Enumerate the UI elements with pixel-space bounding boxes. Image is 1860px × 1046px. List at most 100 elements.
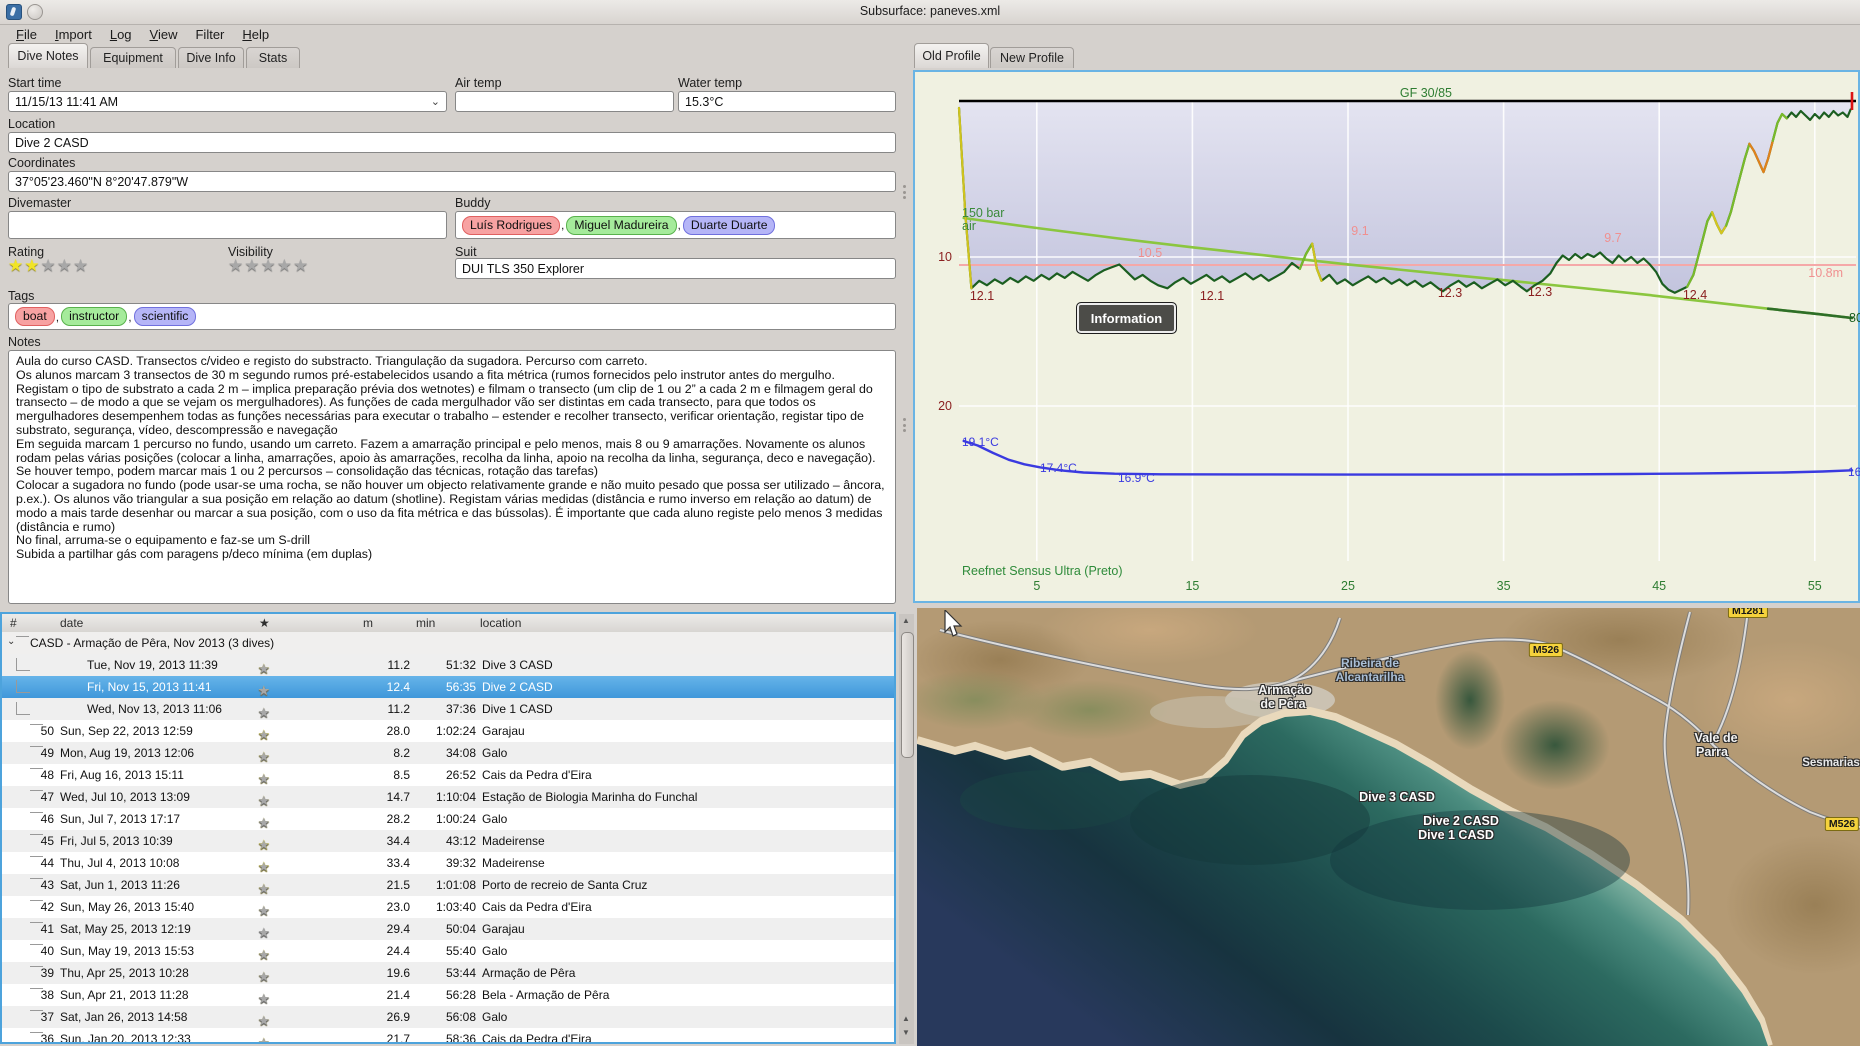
menu-import[interactable]: Import bbox=[47, 26, 100, 43]
column-header-stars[interactable]: ★ bbox=[259, 616, 270, 630]
svg-text:12.1: 12.1 bbox=[970, 289, 994, 303]
dive-row[interactable]: Tue, Nov 19, 2013 11:39 ★ ★ ★ ★ ★ 11.2 51:32 Div… bbox=[2, 654, 894, 676]
menu-view[interactable]: View bbox=[142, 26, 186, 43]
dive-row[interactable]: 47 Wed, Jul 10, 2013 13:09 ★ ★ ★ ★ ★ 14.7 1:10:0… bbox=[2, 786, 894, 808]
scrollbar-thumb[interactable] bbox=[901, 632, 914, 758]
column-header-duration[interactable]: min bbox=[416, 616, 435, 630]
dive-row[interactable]: 38 Sun, Apr 21, 2013 11:28 ★ ★ ★ ★ ★ 21.4 56:28 B… bbox=[2, 984, 894, 1006]
trip-row[interactable]: ⌄ CASD - Armação de Pêra, Nov 2013 (3 div… bbox=[2, 632, 894, 654]
start-time-value: 11/15/13 11:41 AM bbox=[15, 94, 119, 109]
buddy-pill[interactable]: Miguel Madureira bbox=[566, 215, 677, 235]
map-place-label: Armação bbox=[1258, 683, 1312, 697]
dive-row[interactable]: 41 Sat, May 25, 2013 12:19 ★ ★ ★ ★ ★ 29.4 50:04 G… bbox=[2, 918, 894, 940]
dive-depth: 26.9 bbox=[386, 1010, 410, 1024]
dive-row[interactable]: 49 Mon, Aug 19, 2013 12:06 ★ ★ ★ ★ ★ 8.2 34:08 Ga… bbox=[2, 742, 894, 764]
dive-number: 36 bbox=[40, 1032, 54, 1044]
dive-number: 49 bbox=[40, 746, 54, 760]
menu-file[interactable]: File bbox=[8, 26, 45, 43]
dive-list-scrollbar[interactable]: ▲ ▲ ▼ bbox=[899, 614, 914, 1044]
trip-label: CASD - Armação de Pêra, Nov 2013 (3 dive… bbox=[30, 636, 275, 650]
rating-stars[interactable]: ★★★★★ bbox=[8, 256, 89, 276]
scroll-down-icon[interactable]: ▼ bbox=[902, 1028, 910, 1037]
buddy-input[interactable]: Luís Rodrigues, Miguel Madureira, Duarte D… bbox=[455, 211, 896, 239]
water-temp-input[interactable]: 15.3°C bbox=[678, 91, 896, 112]
svg-text:10.8m: 10.8m bbox=[1808, 266, 1843, 280]
water-temp-label: Water temp bbox=[678, 76, 743, 90]
dive-row[interactable]: 44 Thu, Jul 4, 2013 10:08 ★ ★ ★ ★ ★ 33.4 39:32 Ma… bbox=[2, 852, 894, 874]
buddy-pill[interactable]: Duarte Duarte bbox=[682, 215, 776, 235]
dive-row[interactable]: 43 Sat, Jun 1, 2013 11:26 ★ ★ ★ ★ ★ 21.5 1:01:08… bbox=[2, 874, 894, 896]
svg-text:55: 55 bbox=[1808, 579, 1822, 593]
air-temp-input[interactable] bbox=[455, 91, 674, 112]
buddy-pill[interactable]: Luís Rodrigues bbox=[462, 215, 560, 235]
dive-row[interactable]: 40 Sun, May 19, 2013 15:53 ★ ★ ★ ★ ★ 24.4 55:40 G… bbox=[2, 940, 894, 962]
star-empty-icon: ★ bbox=[258, 771, 270, 786]
column-header-num[interactable]: # bbox=[10, 616, 17, 630]
dive-site-label: Dive 3 CASD bbox=[1359, 790, 1435, 804]
suit-input[interactable]: DUI TLS 350 Explorer bbox=[455, 258, 896, 279]
menu-filter[interactable]: Filter bbox=[187, 26, 232, 43]
notes-textarea[interactable]: Aula do curso CASD. Transectos c/video e… bbox=[8, 350, 896, 604]
dive-list-header[interactable]: # date ★ m min location bbox=[2, 614, 894, 633]
dive-number: 48 bbox=[40, 768, 54, 782]
column-header-depth[interactable]: m bbox=[363, 616, 373, 630]
dive-row[interactable]: 48 Fri, Aug 16, 2013 15:11 ★ ★ ★ ★ ★ 8.5 26:52 Ca… bbox=[2, 764, 894, 786]
dive-row[interactable]: 36 Sun, Jan 20, 2013 12:33 ★ ★ ★ ★ ★ 21.7 58:36 C… bbox=[2, 1028, 894, 1044]
splitter-handle[interactable] bbox=[903, 418, 907, 432]
chevron-down-icon[interactable]: ⌄ bbox=[431, 95, 440, 108]
tray-icon[interactable] bbox=[27, 4, 43, 20]
information-button[interactable]: Information bbox=[1076, 302, 1177, 334]
dive-row[interactable]: Fri, Nov 15, 2013 11:41 ★ ★ ★ ★ ★ 12.4 56:35 Div… bbox=[2, 676, 894, 698]
star-empty-icon: ★ bbox=[258, 727, 270, 742]
dive-depth: 11.2 bbox=[387, 702, 410, 716]
dive-location: Galo bbox=[482, 944, 508, 958]
collapse-icon[interactable]: ⌄ bbox=[7, 636, 15, 647]
dive-duration: 43:12 bbox=[445, 834, 476, 848]
star-empty-icon: ★ bbox=[73, 256, 89, 275]
menu-log[interactable]: Log bbox=[102, 26, 140, 43]
location-input[interactable]: Dive 2 CASD bbox=[8, 132, 896, 153]
tab-old-profile[interactable]: Old Profile bbox=[914, 43, 989, 68]
dive-list[interactable]: # date ★ m min location ⌄ CASD - Armação de Pê… bbox=[0, 612, 896, 1044]
svg-text:19.1°C: 19.1°C bbox=[962, 435, 999, 449]
scroll-up-icon[interactable]: ▲ bbox=[902, 616, 910, 625]
star-empty-icon: ★ bbox=[258, 881, 270, 896]
start-time-combobox[interactable]: 11/15/13 11:41 AM ⌄ bbox=[8, 91, 447, 112]
dive-site-map[interactable]: Armação de Pêra Ribeira de Alcantarilha Vale… bbox=[917, 608, 1860, 1046]
dive-depth: 24.4 bbox=[386, 944, 410, 958]
splitter-handle[interactable] bbox=[903, 185, 907, 199]
divemaster-input[interactable] bbox=[8, 211, 447, 239]
star-empty-icon: ★ bbox=[228, 256, 244, 275]
suit-label: Suit bbox=[455, 245, 477, 259]
tag-pill[interactable]: scientific bbox=[133, 307, 197, 326]
map-place-label: Sesmarias bbox=[1802, 757, 1860, 769]
divemaster-label: Divemaster bbox=[8, 196, 72, 210]
column-header-location[interactable]: location bbox=[480, 616, 521, 630]
dive-location: Garajau bbox=[482, 724, 525, 738]
dive-date: Wed, Jul 10, 2013 13:09 bbox=[60, 790, 190, 804]
tab-equipment[interactable]: Equipment bbox=[90, 47, 176, 68]
tag-pill[interactable]: instructor bbox=[61, 307, 128, 326]
menu-help[interactable]: Help bbox=[234, 26, 277, 43]
dive-row[interactable]: 50 Sun, Sep 22, 2013 12:59 ★ ★ ★ ★ ★ 28.0 1:02:2… bbox=[2, 720, 894, 742]
dive-duration: 1:02:24 bbox=[435, 724, 476, 738]
tags-input[interactable]: boat, instructor, scientific bbox=[8, 303, 896, 330]
dive-date: Sun, Apr 21, 2013 11:28 bbox=[60, 988, 189, 1002]
dive-row[interactable]: 46 Sun, Jul 7, 2013 17:17 ★ ★ ★ ★ ★ 28.2 1:00:24… bbox=[2, 808, 894, 830]
dive-row[interactable]: 45 Fri, Jul 5, 2013 10:39 ★ ★ ★ ★ ★ 34.4 43:12 Ma… bbox=[2, 830, 894, 852]
dive-row[interactable]: 42 Sun, May 26, 2013 15:40 ★ ★ ★ ★ ★ 23.0 1:03:4… bbox=[2, 896, 894, 918]
dive-location: Galo bbox=[482, 746, 508, 760]
dive-row[interactable]: 39 Thu, Apr 25, 2013 10:28 ★ ★ ★ ★ ★ 19.6 53:44 A… bbox=[2, 962, 894, 984]
scroll-up-icon[interactable]: ▲ bbox=[902, 1014, 910, 1023]
tag-pill[interactable]: boat bbox=[15, 307, 55, 326]
visibility-stars[interactable]: ★★★★★ bbox=[228, 256, 309, 276]
tab-dive-notes[interactable]: Dive Notes bbox=[8, 43, 88, 68]
dive-row[interactable]: Wed, Nov 13, 2013 11:06 ★ ★ ★ ★ ★ 11.2 37:36 Div… bbox=[2, 698, 894, 720]
tab-stats[interactable]: Stats bbox=[246, 47, 300, 68]
dive-location: Porto de recreio de Santa Cruz bbox=[482, 878, 648, 892]
column-header-date[interactable]: date bbox=[60, 616, 83, 630]
coordinates-input[interactable]: 37°05'23.460"N 8°20'47.879"W bbox=[8, 171, 896, 192]
tab-dive-info[interactable]: Dive Info bbox=[178, 47, 244, 68]
tab-new-profile[interactable]: New Profile bbox=[990, 47, 1074, 68]
dive-row[interactable]: 37 Sat, Jan 26, 2013 14:58 ★ ★ ★ ★ ★ 26.9 56:08 G… bbox=[2, 1006, 894, 1028]
